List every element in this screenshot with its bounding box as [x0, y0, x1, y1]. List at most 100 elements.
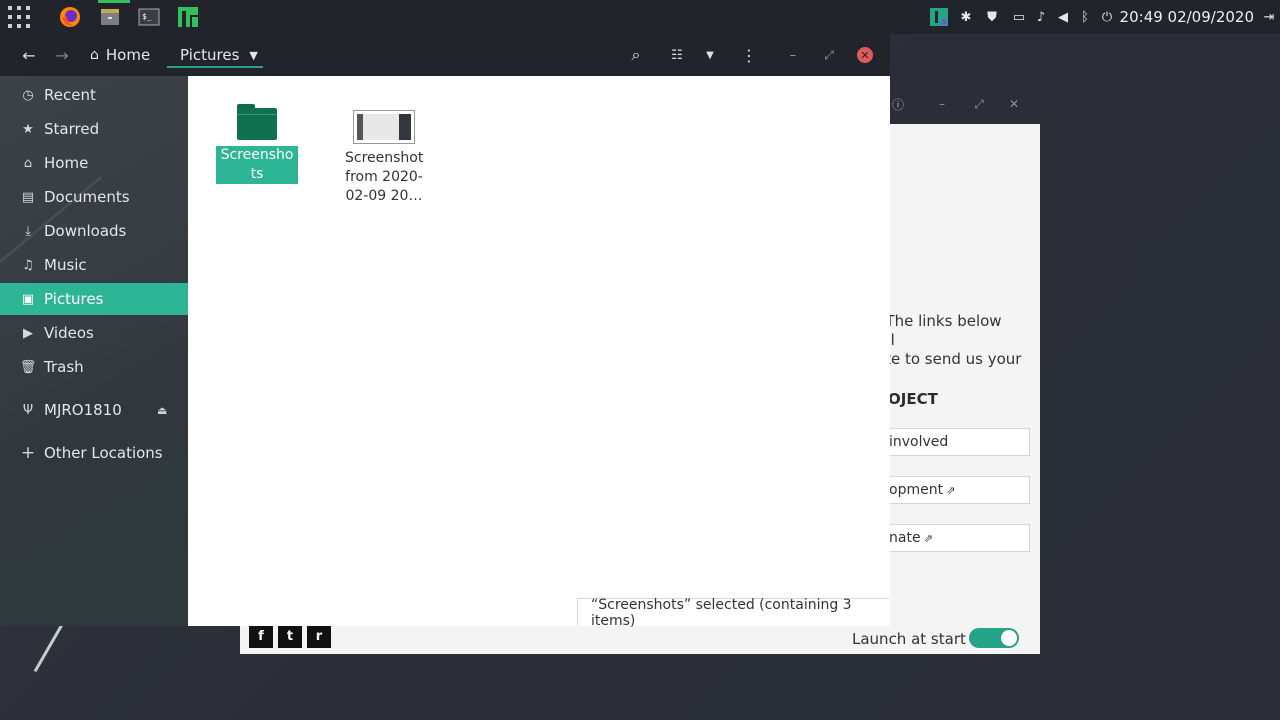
- files-icon[interactable]: [98, 5, 122, 29]
- status-text: “Screenshots” selected (containing 3 ite…: [591, 596, 852, 629]
- toggle-knob: [1001, 630, 1017, 646]
- file-view: Screenshots Screenshot from 2020-02-09 2…: [188, 76, 890, 626]
- view-list-icon[interactable]: ☷: [666, 43, 688, 67]
- sidebar-item-starred[interactable]: ★ Starred: [0, 113, 188, 145]
- sidebar-item-label: Other Locations: [44, 444, 163, 462]
- external-link-icon: ⇗: [946, 483, 956, 497]
- sidebar-item-downloads[interactable]: ⤓ Downloads: [0, 215, 188, 247]
- sidebar-item-label: Downloads: [44, 222, 127, 240]
- download-icon: ⤓: [25, 223, 31, 239]
- sidebar-item-label: Pictures: [44, 290, 104, 308]
- welcome-text: t. The links below will tate to send us …: [870, 312, 1030, 369]
- file-manager-window: ← → ⌂ Home Pictures ▼ ⌕ ☷ ▼ ⋮ – ⤢ ✕ ◷ Re…: [0, 34, 890, 629]
- launch-at-start-label: Launch at start: [852, 630, 966, 648]
- music-icon: ♫: [22, 257, 34, 273]
- sidebar-item-label: Videos: [44, 324, 94, 342]
- menu-icon[interactable]: ⋮: [738, 43, 760, 67]
- shield-icon[interactable]: ⛊: [981, 6, 1003, 28]
- donate-button[interactable]: nate ⇗: [880, 524, 1030, 552]
- launch-at-start-toggle[interactable]: [969, 628, 1019, 648]
- file-name-label: Screenshots: [216, 146, 298, 184]
- sidebar-item-home[interactable]: ⌂ Home: [0, 147, 188, 179]
- home-icon: ⌂: [23, 155, 33, 171]
- volume-icon[interactable]: ◀: [1052, 6, 1074, 28]
- sidebar-item-label: Music: [44, 256, 87, 274]
- sidebar-item-label: Trash: [44, 358, 84, 376]
- power-icon[interactable]: ⏻: [1096, 6, 1118, 28]
- reddit-icon[interactable]: r: [307, 624, 331, 648]
- development-button[interactable]: opment ⇗: [880, 476, 1030, 504]
- close-icon[interactable]: ✕: [857, 47, 873, 63]
- firefox-icon[interactable]: [58, 5, 82, 29]
- breadcrumb-active-indicator: [167, 66, 263, 68]
- sidebar-item-trash[interactable]: 🗑 Trash: [0, 351, 188, 383]
- forward-arrow-icon[interactable]: →: [51, 43, 73, 67]
- bluetooth-icon[interactable]: ✱: [955, 6, 977, 28]
- top-panel: $_ ✱ ⛊ ▭ ♪ ◀ ᛒ ⏻ 20:49 02/09/2020 ⇥: [0, 0, 1280, 34]
- home-icon: ⌂: [90, 47, 99, 63]
- clock[interactable]: 20:49 02/09/2020: [1120, 8, 1254, 26]
- maximize-icon[interactable]: ⤢: [971, 96, 987, 112]
- app-grid-icon[interactable]: [8, 6, 30, 28]
- svg-text:$_: $_: [142, 12, 152, 21]
- facebook-icon[interactable]: f: [249, 624, 273, 648]
- sidebar-item-videos[interactable]: ▶ Videos: [0, 317, 188, 349]
- breadcrumb-label: Pictures: [180, 46, 240, 64]
- sidebar-item-pictures[interactable]: ▣ Pictures: [0, 283, 188, 315]
- sidebar: ◷ Recent ★ Starred ⌂ Home ▤ Documents ⤓ …: [0, 76, 188, 626]
- eject-icon[interactable]: ⏏: [157, 404, 167, 417]
- folder-item-screenshots[interactable]: Screenshots: [216, 104, 298, 184]
- sidebar-item-label: Recent: [44, 86, 96, 104]
- breadcrumb-home[interactable]: ⌂ Home: [90, 44, 150, 66]
- image-thumbnail-icon: [353, 110, 415, 144]
- sidebar-item-label: Home: [44, 154, 89, 172]
- sidebar-item-music[interactable]: ♫ Music: [0, 249, 188, 281]
- star-icon: ★: [22, 121, 34, 137]
- welcome-text-line: t. The links below will: [870, 312, 1002, 349]
- chevron-down-icon: ▼: [249, 48, 258, 62]
- button-label: nate: [889, 530, 921, 546]
- trash-icon: 🗑: [19, 359, 37, 375]
- info-icon[interactable]: ⓘ: [890, 96, 906, 112]
- display-icon[interactable]: ▭: [1008, 6, 1030, 28]
- picture-icon: ▣: [21, 291, 35, 307]
- file-item-screenshot[interactable]: Screenshot from 2020-02-09 20…: [343, 110, 425, 206]
- video-icon: ▶: [23, 325, 33, 341]
- breadcrumb-pictures[interactable]: Pictures ▼: [180, 44, 258, 66]
- sidebar-item-other-locations[interactable]: + Other Locations: [0, 437, 188, 469]
- minimize-icon[interactable]: –: [782, 43, 804, 67]
- usb-icon: Ψ: [22, 402, 34, 418]
- document-icon: ▤: [21, 189, 35, 205]
- project-heading: OJECT: [888, 390, 938, 408]
- sidebar-item-label: MJRO1810: [44, 401, 122, 419]
- twitter-icon[interactable]: t: [278, 624, 302, 648]
- logout-icon[interactable]: ⇥: [1258, 6, 1280, 28]
- status-bar: “Screenshots” selected (containing 3 ite…: [577, 596, 889, 629]
- breadcrumb-label: Home: [105, 46, 151, 64]
- terminal-icon[interactable]: $_: [137, 5, 161, 29]
- close-icon[interactable]: ✕: [1006, 96, 1022, 112]
- folder-icon: [237, 104, 277, 140]
- view-options-chevron-icon[interactable]: ▼: [700, 43, 720, 67]
- search-icon[interactable]: ⌕: [625, 43, 647, 67]
- active-launcher-indicator: [98, 0, 130, 3]
- sidebar-item-label: Documents: [44, 188, 130, 206]
- bell-icon[interactable]: ♪: [1030, 6, 1052, 28]
- sidebar-item-documents[interactable]: ▤ Documents: [0, 181, 188, 213]
- file-manager-headerbar: ← → ⌂ Home Pictures ▼ ⌕ ☷ ▼ ⋮ – ⤢ ✕: [0, 34, 890, 76]
- sidebar-item-label: Starred: [44, 120, 100, 138]
- get-involved-button[interactable]: involved: [880, 428, 1030, 456]
- button-label: involved: [889, 434, 949, 450]
- minimize-icon[interactable]: –: [934, 96, 950, 112]
- sidebar-item-recent[interactable]: ◷ Recent: [0, 79, 188, 111]
- bluetooth-status-icon[interactable]: ᛒ: [1074, 6, 1096, 28]
- file-name-label: Screenshot from 2020-02-09 20…: [345, 150, 424, 204]
- external-link-icon: ⇗: [923, 531, 933, 545]
- back-arrow-icon[interactable]: ←: [18, 43, 40, 67]
- welcome-text-line: tate to send us your: [870, 350, 1022, 368]
- sidebar-item-mjro1810[interactable]: Ψ MJRO1810 ⏏: [0, 394, 188, 426]
- maximize-icon[interactable]: ⤢: [818, 43, 840, 67]
- plus-icon: +: [20, 443, 36, 463]
- manjaro-icon[interactable]: [176, 5, 200, 29]
- manjaro-settings-icon[interactable]: [928, 6, 950, 28]
